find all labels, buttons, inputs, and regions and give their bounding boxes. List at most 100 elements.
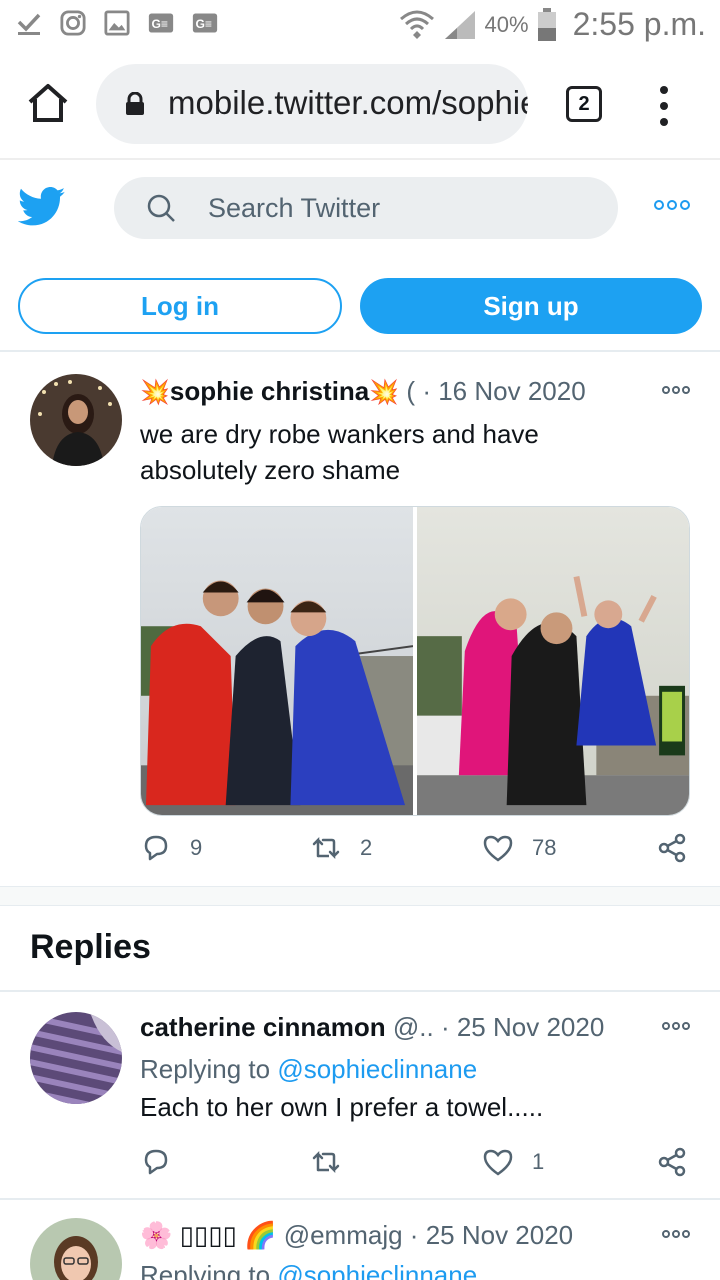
heart-icon	[483, 1149, 513, 1176]
heart-icon	[483, 835, 513, 862]
replying-to-link[interactable]: @sophieclinnane	[277, 1260, 477, 1280]
tweet-more-icon[interactable]	[662, 386, 690, 394]
reply-more-icon[interactable]	[662, 1022, 690, 1030]
avatar[interactable]	[30, 1218, 122, 1280]
separator: ·	[422, 376, 431, 406]
menu-dot	[660, 102, 668, 110]
user-handle[interactable]: @emmajg	[284, 1220, 403, 1250]
replies-heading: Replies	[30, 928, 151, 966]
browser-menu-button[interactable]	[656, 86, 672, 126]
retweet-button[interactable]	[310, 1146, 360, 1178]
search-placeholder: Search Twitter	[208, 193, 381, 223]
search-icon	[147, 194, 175, 222]
keyboard-icon: G≡	[192, 10, 218, 36]
twitter-bird-icon[interactable]	[17, 186, 66, 228]
like-count: 1	[532, 1149, 545, 1174]
tweet[interactable]: 💥sophie christina💥 ( · 16 Nov 2020 we ar…	[0, 356, 720, 886]
reply-icon	[144, 835, 168, 861]
home-button[interactable]	[26, 82, 70, 126]
dot	[654, 200, 664, 210]
like-button[interactable]: 1	[482, 1146, 544, 1178]
tweet-header: 💥sophie christina💥 ( · 16 Nov 2020	[140, 376, 680, 410]
login-button[interactable]: Log in	[18, 278, 342, 334]
avatar[interactable]	[30, 1012, 122, 1104]
url-bar[interactable]: mobile.twitter.com/sophieclinnane	[96, 64, 528, 144]
tweet-text: we are dry robe wankers and have absolut…	[140, 419, 539, 485]
emoji: 🌈	[244, 1220, 277, 1250]
signal-icon	[444, 10, 475, 39]
tab-count: 2	[578, 92, 590, 115]
instagram-icon	[60, 10, 86, 36]
share-button[interactable]	[656, 832, 688, 864]
lock-icon	[126, 92, 144, 115]
clock: 2:55 p.m.	[572, 6, 706, 42]
avatar[interactable]	[30, 374, 122, 466]
battery-percent: 40%	[484, 11, 529, 37]
reply-count: 9	[190, 835, 203, 860]
dot	[662, 1022, 670, 1030]
dot	[672, 386, 680, 394]
replying-to: Replying to @sophieclinnane	[140, 1260, 477, 1280]
replying-to-link[interactable]: @sophieclinnane	[277, 1054, 477, 1084]
replying-to-prefix: Replying to	[140, 1260, 278, 1280]
display-name[interactable]: catherine cinnamon	[140, 1012, 386, 1042]
home-icon	[28, 84, 68, 122]
share-button[interactable]	[656, 1146, 688, 1178]
reply-text: Each to her own I prefer a towel.....	[140, 1092, 544, 1122]
status-left-icons: G≡ G≡	[16, 10, 218, 36]
svg-text:G≡: G≡	[195, 17, 212, 31]
dot	[680, 200, 690, 210]
url-text: mobile.twitter.com/sophieclinnane	[168, 84, 528, 121]
user-handle[interactable]: (	[406, 376, 415, 406]
check-icon	[16, 10, 42, 36]
reply-date[interactable]: 25 Nov 2020	[457, 1012, 604, 1042]
wifi-icon	[399, 10, 434, 39]
tab-switcher-button[interactable]: 2	[566, 86, 602, 122]
replying-to-prefix: Replying to	[140, 1054, 278, 1084]
more-options-icon[interactable]	[654, 200, 690, 210]
retweet-icon	[312, 1150, 340, 1174]
battery-icon	[537, 7, 556, 41]
section-divider	[0, 886, 720, 906]
tweet-date[interactable]: 16 Nov 2020	[438, 376, 585, 406]
reply-date[interactable]: 25 Nov 2020	[426, 1220, 573, 1250]
retweet-count: 2	[360, 835, 373, 860]
dot	[672, 1230, 680, 1238]
reply-more-icon[interactable]	[662, 1230, 690, 1238]
separator: ·	[440, 1012, 450, 1042]
reply-tweet[interactable]: 🌸 ▯▯▯▯ 🌈 @emmajg · 25 Nov 2020 Replying …	[0, 1200, 720, 1280]
reply-actions: 1	[140, 1146, 700, 1186]
emoji: 💥	[140, 379, 170, 406]
signup-button[interactable]: Sign up	[360, 278, 702, 334]
like-count: 78	[532, 835, 557, 860]
replying-to: Replying to @sophieclinnane	[140, 1054, 477, 1085]
share-icon	[658, 833, 686, 863]
retweet-icon	[312, 836, 340, 860]
reply-icon	[144, 1149, 168, 1175]
tweet-photo-2[interactable]	[417, 507, 689, 815]
separator: ·	[409, 1220, 419, 1250]
menu-dot	[660, 86, 668, 94]
dot	[662, 1230, 670, 1238]
reply-button[interactable]: 9	[140, 832, 202, 864]
menu-dot	[660, 118, 668, 126]
image-icon	[104, 10, 130, 36]
reply-button[interactable]	[140, 1146, 190, 1178]
reply-header: catherine cinnamon @.. · 25 Nov 2020	[140, 1012, 680, 1046]
tweet-photo-1[interactable]	[141, 507, 414, 815]
tweet-media[interactable]	[140, 506, 690, 816]
reply-tweet[interactable]: catherine cinnamon @.. · 25 Nov 2020 Rep…	[0, 992, 720, 1198]
like-button[interactable]: 78	[482, 832, 556, 864]
browser-toolbar: mobile.twitter.com/sophieclinnane 2	[0, 52, 720, 160]
dot	[667, 200, 677, 210]
dot	[682, 386, 690, 394]
display-name[interactable]: ▯▯▯▯	[180, 1220, 237, 1250]
display-name[interactable]: sophie christina	[170, 376, 369, 406]
retweet-button[interactable]: 2	[310, 832, 372, 864]
user-handle[interactable]: @..	[393, 1012, 434, 1042]
search-bar[interactable]: Search Twitter	[114, 177, 618, 239]
keyboard-icon: G≡	[148, 10, 174, 36]
share-icon	[658, 1147, 686, 1177]
dot	[682, 1022, 690, 1030]
svg-text:G≡: G≡	[151, 17, 168, 31]
